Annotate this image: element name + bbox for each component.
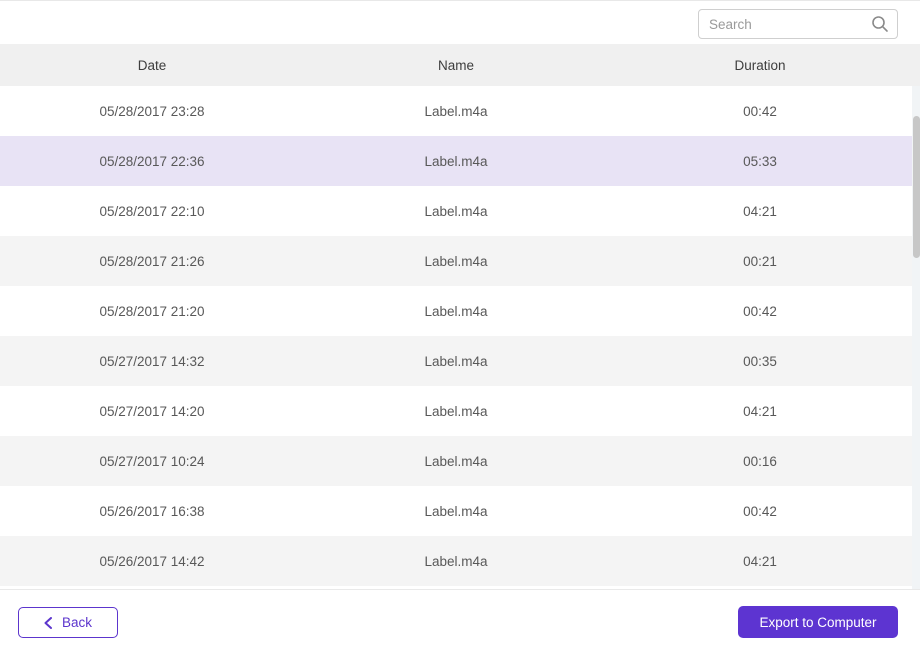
row-name: Label.m4a xyxy=(424,353,488,369)
table-header: Date Name Duration xyxy=(0,44,920,86)
row-date: 05/26/2017 14:42 xyxy=(99,553,205,569)
row-name: Label.m4a xyxy=(424,153,488,169)
column-header-duration: Duration xyxy=(734,57,786,73)
table-row[interactable]: 05/28/2017 23:28 Label.m4a 00:42 xyxy=(0,86,920,136)
export-to-computer-button[interactable]: Export to Computer xyxy=(738,606,898,638)
recordings-list: 05/28/2017 23:28 Label.m4a 00:42 05/28/2… xyxy=(0,86,920,586)
row-name: Label.m4a xyxy=(424,103,488,119)
table-row[interactable]: 05/28/2017 21:26 Label.m4a 00:21 xyxy=(0,236,920,286)
row-name: Label.m4a xyxy=(424,403,488,419)
column-header-date: Date xyxy=(137,57,167,73)
row-duration: 00:42 xyxy=(743,303,777,319)
row-date: 05/28/2017 21:26 xyxy=(99,253,205,269)
table-row[interactable]: 05/27/2017 10:24 Label.m4a 00:16 xyxy=(0,436,920,486)
row-duration: 00:42 xyxy=(743,103,777,119)
row-name: Label.m4a xyxy=(424,453,488,469)
back-button-label: Back xyxy=(61,615,92,630)
row-date: 05/28/2017 22:36 xyxy=(99,153,205,169)
row-name: Label.m4a xyxy=(424,303,488,319)
table-row[interactable]: 05/27/2017 14:32 Label.m4a 00:35 xyxy=(0,336,920,386)
search-input[interactable] xyxy=(709,10,869,38)
topbar xyxy=(0,1,920,44)
scrollbar-track[interactable] xyxy=(912,86,920,589)
export-recordings-window: Date Name Duration 05/28/2017 23:28 Labe… xyxy=(0,0,920,651)
row-duration: 05:33 xyxy=(743,153,777,169)
table-row[interactable]: 05/28/2017 22:36 Label.m4a 05:33 xyxy=(0,136,920,186)
row-date: 05/27/2017 14:20 xyxy=(99,403,205,419)
row-duration: 00:35 xyxy=(743,353,777,369)
table-row[interactable]: 05/28/2017 22:10 Label.m4a 04:21 xyxy=(0,186,920,236)
row-name: Label.m4a xyxy=(424,203,488,219)
table-row[interactable]: 05/26/2017 16:38 Label.m4a 00:42 xyxy=(0,486,920,536)
back-button[interactable]: Back xyxy=(18,607,118,638)
row-date: 05/26/2017 16:38 xyxy=(99,503,205,519)
row-name: Label.m4a xyxy=(424,553,488,569)
row-duration: 00:21 xyxy=(743,253,777,269)
table-row[interactable]: 05/28/2017 21:20 Label.m4a 00:42 xyxy=(0,286,920,336)
row-name: Label.m4a xyxy=(424,503,488,519)
scrollbar-thumb[interactable] xyxy=(912,116,920,258)
row-date: 05/28/2017 21:20 xyxy=(99,303,205,319)
search-input-container[interactable] xyxy=(698,9,898,39)
table-row[interactable]: 05/27/2017 14:20 Label.m4a 04:21 xyxy=(0,386,920,436)
row-duration: 04:21 xyxy=(743,553,777,569)
row-duration: 00:42 xyxy=(743,503,777,519)
row-date: 05/28/2017 22:10 xyxy=(99,203,205,219)
row-date: 05/28/2017 23:28 xyxy=(99,103,205,119)
row-date: 05/27/2017 14:32 xyxy=(99,353,205,369)
table-row[interactable]: 05/26/2017 14:42 Label.m4a 04:21 xyxy=(0,536,920,586)
row-duration: 00:16 xyxy=(743,453,777,469)
row-date: 05/27/2017 10:24 xyxy=(99,453,205,469)
column-header-name: Name xyxy=(437,57,474,73)
row-duration: 04:21 xyxy=(743,403,777,419)
row-duration: 04:21 xyxy=(743,203,777,219)
row-name: Label.m4a xyxy=(424,253,488,269)
footer: Back Export to Computer xyxy=(0,590,920,651)
chevron-left-icon xyxy=(44,616,52,629)
search-icon[interactable] xyxy=(871,15,889,33)
